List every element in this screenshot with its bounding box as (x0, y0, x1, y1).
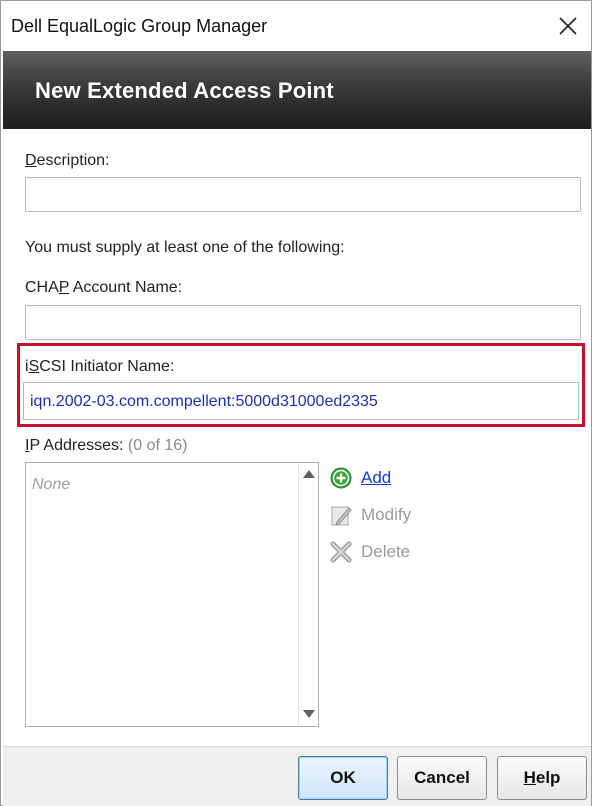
scroll-down-icon[interactable] (303, 710, 315, 718)
dialog-window: Dell EqualLogic Group Manager New Extend… (0, 0, 592, 806)
ip-count: (0 of 16) (127, 437, 188, 454)
plus-circle-icon (329, 466, 353, 490)
ip-addresses-label: IP Addresses: (0 of 16) (25, 437, 188, 454)
description-label: Description: (25, 152, 110, 169)
help-button[interactable]: Help (497, 756, 587, 800)
dialog-banner: New Extended Access Point (3, 51, 591, 129)
add-ip-label: Add (361, 468, 392, 487)
ip-list-empty-text: None (32, 476, 71, 493)
iscsi-initiator-value: iqn.2002-03.com.compellent:5000d31000ed2… (30, 393, 378, 410)
delete-ip-button[interactable]: Delete (329, 539, 410, 565)
ok-button[interactable]: OK (298, 756, 388, 800)
x-icon (329, 540, 353, 564)
close-button[interactable] (545, 1, 591, 51)
cancel-button[interactable]: Cancel (397, 756, 487, 800)
modify-ip-button[interactable]: Modify (329, 502, 411, 528)
iscsi-initiator-label: iSCSI Initiator Name: (25, 358, 175, 375)
title-bar: Dell EqualLogic Group Manager (1, 1, 591, 51)
ip-address-list[interactable]: None (25, 462, 319, 727)
scroll-up-icon[interactable] (303, 470, 315, 478)
delete-ip-label: Delete (361, 542, 411, 561)
modify-ip-label: Modify (361, 505, 412, 524)
add-ip-button[interactable]: Add (329, 465, 391, 491)
dialog-footer: OK Cancel Help (3, 746, 591, 806)
chap-account-label: CHAP Account Name: (25, 279, 183, 296)
chap-account-input[interactable] (25, 305, 581, 340)
window-title: Dell EqualLogic Group Manager (11, 16, 268, 36)
iscsi-initiator-input[interactable]: iqn.2002-03.com.compellent:5000d31000ed2… (23, 382, 579, 420)
notice-text: You must supply at least one of the foll… (25, 239, 345, 256)
description-input[interactable] (25, 177, 581, 212)
close-icon (559, 17, 577, 35)
pencil-icon (329, 503, 353, 527)
dialog-heading: New Extended Access Point (35, 78, 334, 103)
ip-list-scrollbar[interactable] (298, 463, 318, 726)
